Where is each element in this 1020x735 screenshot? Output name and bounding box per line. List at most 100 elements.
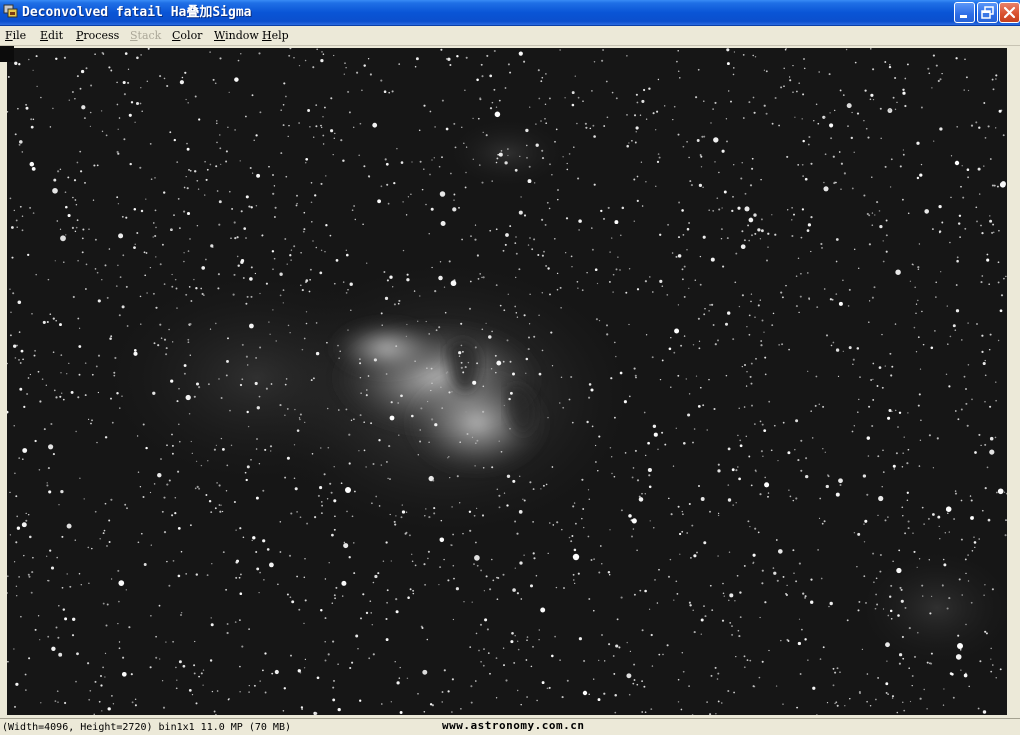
star bbox=[469, 529, 472, 532]
star bbox=[506, 474, 511, 478]
star bbox=[733, 67, 735, 69]
menu-help[interactable]: Help bbox=[262, 29, 289, 43]
star bbox=[943, 563, 947, 567]
star bbox=[130, 673, 133, 676]
star bbox=[799, 295, 802, 298]
star bbox=[209, 51, 211, 53]
star bbox=[918, 393, 921, 396]
restore-button[interactable] bbox=[977, 2, 998, 23]
star bbox=[870, 93, 874, 97]
star bbox=[104, 436, 108, 439]
star bbox=[764, 482, 770, 488]
star bbox=[998, 109, 1002, 113]
star bbox=[641, 99, 645, 103]
star bbox=[643, 88, 646, 92]
star bbox=[957, 222, 961, 225]
title-bar[interactable]: Deconvolved fatail Ha叠加Sigma bbox=[0, 0, 1020, 26]
star bbox=[18, 143, 21, 146]
star bbox=[20, 615, 22, 618]
star bbox=[964, 58, 966, 61]
minimize-icon bbox=[960, 15, 967, 18]
star bbox=[846, 619, 849, 622]
star bbox=[289, 596, 292, 599]
close-button[interactable] bbox=[999, 2, 1020, 23]
star bbox=[733, 691, 735, 694]
star bbox=[133, 208, 137, 211]
star bbox=[389, 513, 391, 516]
star bbox=[745, 385, 748, 387]
star bbox=[528, 165, 531, 168]
star bbox=[202, 684, 204, 686]
star bbox=[298, 64, 301, 67]
star bbox=[71, 634, 75, 637]
star bbox=[497, 577, 500, 579]
star bbox=[636, 683, 639, 686]
star bbox=[874, 607, 877, 610]
star bbox=[477, 278, 480, 280]
star bbox=[523, 60, 526, 63]
star bbox=[703, 100, 705, 102]
star bbox=[461, 238, 464, 241]
star bbox=[472, 117, 474, 120]
star bbox=[713, 137, 719, 143]
star bbox=[526, 156, 528, 159]
star bbox=[117, 203, 120, 205]
star bbox=[941, 584, 944, 586]
status-bar: (Width=4096, Height=2720) bin1x1 11.0 MP… bbox=[0, 718, 1020, 735]
star bbox=[695, 96, 698, 99]
app-icon[interactable] bbox=[3, 4, 19, 20]
menu-window[interactable]: Window bbox=[214, 29, 259, 43]
menu-color[interactable]: Color bbox=[172, 29, 202, 43]
star bbox=[911, 675, 914, 677]
star bbox=[240, 210, 243, 213]
star bbox=[401, 510, 406, 514]
star bbox=[598, 571, 601, 574]
star bbox=[518, 210, 523, 215]
star bbox=[195, 287, 198, 290]
star bbox=[195, 382, 200, 386]
star bbox=[367, 58, 370, 60]
star bbox=[515, 276, 517, 279]
star bbox=[526, 639, 528, 641]
star bbox=[871, 296, 874, 299]
star bbox=[399, 666, 401, 669]
star bbox=[107, 707, 111, 711]
star bbox=[668, 347, 672, 351]
menu-process[interactable]: Process bbox=[76, 29, 119, 43]
menu-stack[interactable]: Stack bbox=[130, 29, 161, 43]
star bbox=[800, 236, 803, 239]
star bbox=[975, 121, 978, 124]
star bbox=[404, 532, 407, 535]
star bbox=[33, 354, 36, 357]
star bbox=[368, 175, 371, 178]
star bbox=[927, 517, 930, 520]
menu-file[interactable]: File bbox=[5, 29, 26, 43]
star bbox=[674, 328, 680, 334]
image-viewport[interactable] bbox=[0, 46, 1020, 718]
star bbox=[987, 125, 990, 128]
star bbox=[959, 236, 961, 238]
astro-image-canvas[interactable] bbox=[7, 48, 1007, 715]
star bbox=[296, 194, 298, 197]
star bbox=[939, 127, 943, 131]
star bbox=[744, 206, 750, 212]
star bbox=[590, 388, 594, 392]
star bbox=[741, 162, 743, 164]
star bbox=[385, 162, 389, 166]
star bbox=[808, 297, 811, 300]
nebula-starfield-image bbox=[7, 48, 1007, 715]
star bbox=[801, 163, 804, 166]
star bbox=[739, 444, 743, 448]
star bbox=[783, 67, 785, 70]
star bbox=[463, 601, 465, 603]
star bbox=[153, 342, 156, 345]
star bbox=[475, 507, 478, 510]
app-window: Deconvolved fatail Ha叠加Sigma File Edit P… bbox=[0, 0, 1020, 735]
star bbox=[967, 176, 970, 179]
star bbox=[69, 585, 72, 588]
star bbox=[366, 262, 368, 264]
minimize-button[interactable] bbox=[954, 2, 975, 23]
star bbox=[633, 114, 637, 117]
star bbox=[461, 126, 463, 128]
menu-edit[interactable]: Edit bbox=[40, 29, 63, 43]
